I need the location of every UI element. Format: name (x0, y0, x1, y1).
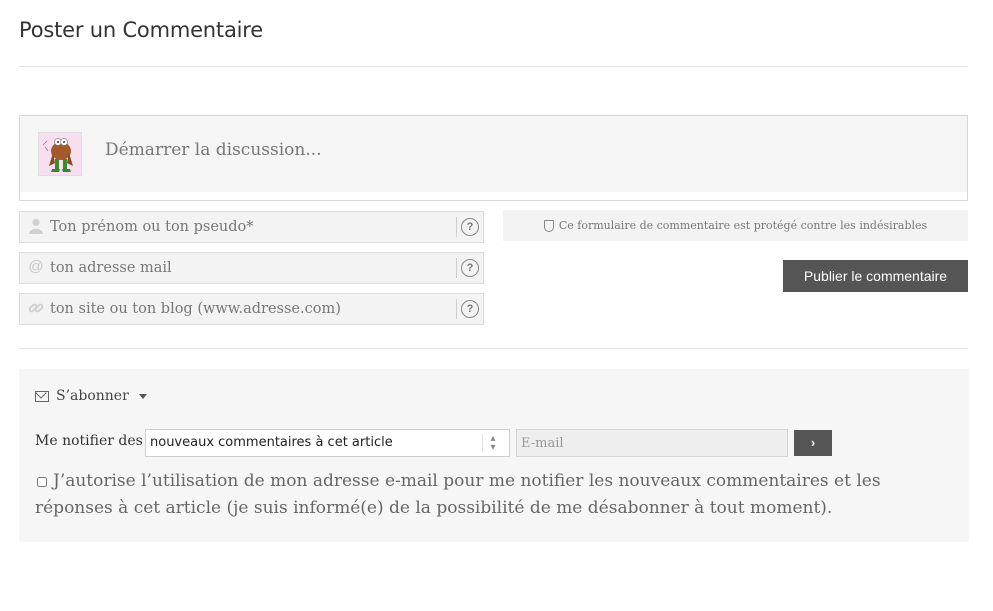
page-title: Poster un Commentaire (19, 18, 263, 42)
website-field[interactable]: ? (19, 293, 484, 325)
email-input[interactable] (50, 253, 450, 283)
user-icon (28, 218, 44, 234)
divider (19, 66, 968, 67)
consent-row: J’autorise l’utilisation de mon adresse … (35, 468, 915, 522)
subscribe-email-field[interactable] (516, 429, 788, 457)
email-field[interactable]: @ ? (19, 252, 484, 284)
subscribe-toggle[interactable]: S’abonner (35, 388, 147, 404)
name-input[interactable] (50, 212, 450, 242)
at-icon: @ (28, 258, 44, 275)
caret-down-icon[interactable] (138, 393, 147, 399)
protection-text: Ce formulaire de commentaire est protégé… (558, 219, 928, 232)
select-value: nouveaux commentaires à cet article (150, 435, 393, 450)
field-separator (456, 217, 457, 237)
website-input[interactable] (50, 294, 450, 324)
consent-text: J’autorise l’utilisation de mon adresse … (35, 471, 881, 518)
name-field[interactable]: ? (19, 211, 484, 243)
link-icon (28, 300, 44, 316)
editor-bottom (20, 192, 967, 200)
spam-protection-notice: Ce formulaire de commentaire est protégé… (503, 210, 968, 241)
question-circle-icon[interactable]: ? (461, 300, 479, 318)
subscribe-panel: S’abonner Me notifier des nouveaux comme… (19, 369, 969, 542)
comment-editor[interactable]: Démarrer la discussion... (19, 115, 968, 201)
subscribe-label[interactable]: S’abonner (56, 388, 129, 404)
envelope-icon (35, 390, 49, 402)
publish-comment-button[interactable]: Publier le commentaire (783, 260, 968, 292)
shield-icon (543, 219, 554, 232)
consent-checkbox[interactable] (37, 476, 47, 487)
avatar (38, 132, 82, 176)
notify-label: Me notifier des (35, 433, 143, 449)
discussion-placeholder[interactable]: Démarrer la discussion... (105, 140, 322, 160)
field-separator (456, 299, 457, 319)
question-circle-icon[interactable]: ? (461, 259, 479, 277)
divider (19, 348, 968, 349)
field-separator (456, 258, 457, 278)
question-circle-icon[interactable]: ? (461, 218, 479, 236)
subscribe-email-input[interactable] (517, 430, 787, 456)
subscribe-submit-button[interactable]: › (794, 430, 832, 456)
select-arrows-icon: ▴ ▾ (482, 434, 503, 453)
notify-type-select[interactable]: nouveaux commentaires à cet article ▴ ▾ (145, 429, 510, 457)
